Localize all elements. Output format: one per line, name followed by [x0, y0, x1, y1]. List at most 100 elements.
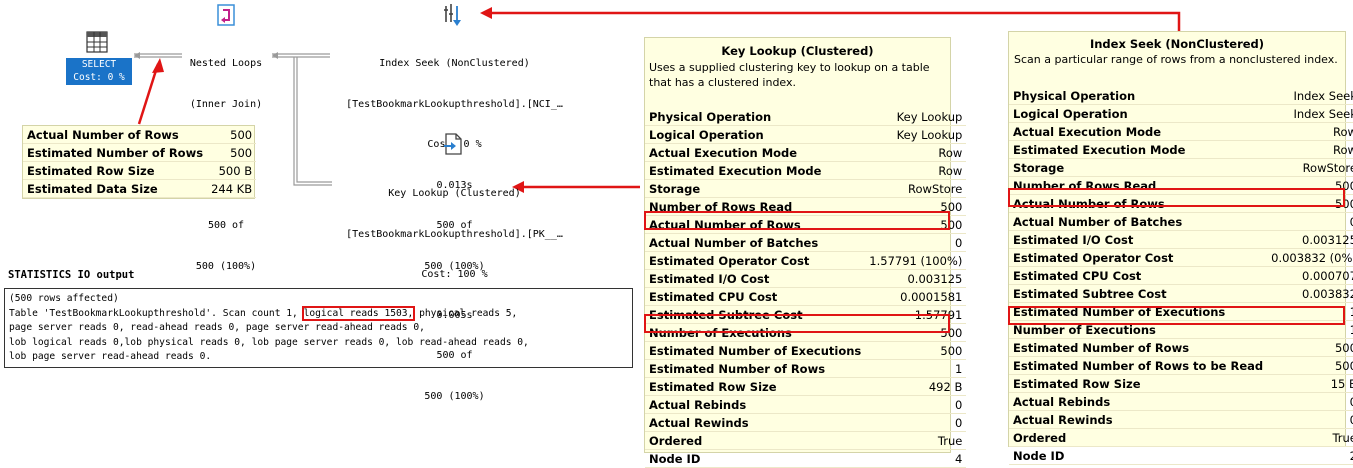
- op-line: [TestBookmarkLookupthreshold].[PK__…: [346, 228, 563, 240]
- property-value: 0.000707: [1267, 266, 1353, 285]
- property-value: 500: [1267, 338, 1353, 357]
- property-value: Row: [865, 143, 967, 162]
- property-value: 0: [865, 395, 967, 414]
- table-row: Estimated Number of Rows 1: [645, 359, 967, 378]
- table-row: Estimated CPU Cost 0.000707: [1009, 266, 1353, 285]
- property-value: 0.003125: [865, 269, 967, 288]
- property-name: Physical Operation: [645, 108, 866, 126]
- highlight-executions-keylookup: [644, 314, 950, 333]
- table-row: Logical Operation Index Seek: [1009, 104, 1353, 123]
- table-row: Actual Rebinds0: [1009, 392, 1353, 411]
- table-row: Actual Execution Mode Row: [645, 143, 967, 162]
- table-row: Estimated Execution Mode Row: [1009, 140, 1353, 159]
- property-name: Estimated I/O Cost: [1009, 230, 1268, 249]
- table-row: Estimated I/O Cost 0.003125: [645, 269, 967, 288]
- op-line: [TestBookmarkLookupthreshold].[NCI_…: [346, 98, 563, 110]
- property-name: Estimated Number of Rows to be Read: [1009, 356, 1268, 375]
- table-row: Estimated Operator Cost 1.57791 (100%): [645, 251, 967, 270]
- property-value: 2: [1267, 446, 1353, 465]
- table-row: Estimated Operator Cost 0.003832 (0%): [1009, 248, 1353, 267]
- op-line: (Inner Join): [189, 98, 263, 110]
- property-value: 1.57791 (100%): [865, 251, 967, 270]
- index-seek-properties-table: Physical Operation Index Seek Logical Oper…: [1009, 87, 1353, 465]
- stats-line: Table 'TestBookmarkLookupthreshold'. Sca…: [9, 305, 518, 321]
- property-value: 0.0001581: [865, 287, 967, 306]
- property-name: Estimated Row Size: [645, 377, 866, 396]
- property-value: 0.003832: [1267, 284, 1353, 303]
- logical-reads-highlight: logical reads 1503,: [301, 305, 416, 321]
- property-name: Estimated Execution Mode: [1009, 140, 1268, 159]
- select-label: SELECT: [81, 59, 117, 70]
- index-seek-tooltip: Index Seek (NonClustered) Scan a particu…: [1008, 31, 1353, 465]
- table-row: Actual Number of Batches0: [645, 233, 967, 252]
- select-operator[interactable]: SELECT Cost: 0 %: [66, 58, 132, 85]
- property-name: Estimated CPU Cost: [645, 287, 866, 306]
- table-row: Estimated CPU Cost 0.0001581: [645, 287, 967, 306]
- property-name: Estimated Execution Mode: [645, 161, 866, 180]
- property-value: Row: [1267, 140, 1353, 159]
- property-name: Actual Execution Mode: [645, 143, 866, 162]
- table-row: Actual Rewinds0: [645, 413, 967, 432]
- tooltip-title: Key Lookup (Clustered): [721, 44, 874, 58]
- property-name: Actual Number of Batches: [1009, 212, 1268, 231]
- property-value: 0: [865, 413, 967, 432]
- stats-line: (500 rows affected): [9, 293, 119, 304]
- index-seek-icon[interactable]: [442, 2, 464, 28]
- table-row: Estimated Number of Rows to be Read500: [1009, 356, 1353, 375]
- property-name: Node ID: [1009, 446, 1268, 465]
- stats-output-box: (500 rows affected) Table 'TestBookmarkLo…: [4, 288, 633, 368]
- connector-nested-keylookup: [293, 57, 332, 186]
- nested-loops-icon[interactable]: [215, 3, 237, 27]
- op-line: Index Seek (NonClustered): [379, 58, 530, 69]
- property-name: Logical Operation: [1009, 104, 1268, 123]
- select-cost: Cost: 0 %: [73, 72, 125, 83]
- property-name: Estimated Operator Cost: [645, 251, 866, 270]
- highlight-actual-rows-indexseek: [1008, 188, 1345, 207]
- table-row: Estimated Number of Rows500: [23, 143, 257, 162]
- property-value: True: [865, 431, 967, 450]
- table-row: Estimated I/O Cost 0.003125: [1009, 230, 1353, 249]
- property-name: Ordered: [645, 431, 866, 450]
- select-table-icon[interactable]: [86, 31, 108, 53]
- table-row: Estimated Execution Mode Row: [645, 161, 967, 180]
- property-name: Estimated Subtree Cost: [1009, 284, 1268, 303]
- property-value: 15 B: [1267, 374, 1353, 393]
- key-lookup-icon[interactable]: [442, 132, 464, 156]
- property-value: Index Seek: [1267, 104, 1353, 123]
- property-name: Estimated CPU Cost: [1009, 266, 1268, 285]
- property-value: Key Lookup: [865, 125, 967, 144]
- table-row: Logical Operation Key Lookup: [645, 125, 967, 144]
- table-row: Storage RowStore: [1009, 158, 1353, 177]
- property-value: RowStore: [865, 179, 967, 198]
- stats-line: page server reads 0, read-ahead reads 0,…: [9, 322, 425, 333]
- op-line: Nested Loops: [189, 58, 263, 69]
- property-name: Storage: [1009, 158, 1268, 177]
- tooltip-title: Index Seek (NonClustered): [1089, 37, 1265, 51]
- property-name: Storage: [645, 179, 866, 198]
- key-lookup-tooltip: Key Lookup (Clustered) Uses a supplied c…: [644, 37, 967, 468]
- stats-title: STATISTICS IO output: [8, 269, 135, 281]
- table-row: Actual Execution Mode Row: [1009, 122, 1353, 141]
- select-tooltip: Actual Number of Rows 500 Estimated Numbe…: [22, 125, 257, 199]
- property-value: 500: [865, 341, 967, 360]
- property-name: Actual Rebinds: [1009, 392, 1268, 411]
- property-value: 0: [1267, 392, 1353, 411]
- property-value: 0.003832 (0%): [1267, 248, 1353, 267]
- highlight-actual-rows-keylookup: [644, 211, 950, 230]
- table-row: Actual Number of Batches0: [1009, 212, 1353, 231]
- property-name: Actual Rebinds: [645, 395, 866, 414]
- property-name: Logical Operation: [645, 125, 866, 144]
- table-row: Estimated Data Size 244 KB: [23, 179, 257, 198]
- property-value: Key Lookup: [865, 108, 967, 126]
- property-name: Actual Number of Batches: [645, 233, 866, 252]
- select-properties-table: Actual Number of Rows 500 Estimated Numbe…: [23, 126, 257, 198]
- table-row: OrderedTrue: [645, 431, 967, 450]
- property-name: Estimated Row Size: [1009, 374, 1268, 393]
- property-value: 0: [1267, 410, 1353, 429]
- op-line: Cost: 100 %: [421, 269, 488, 280]
- tooltip-description: Scan a particular range of rows from a n…: [1014, 53, 1338, 66]
- table-row: Node ID2: [1009, 446, 1353, 465]
- property-value: 0: [1267, 212, 1353, 231]
- op-line: 500 (100%): [195, 260, 257, 272]
- key-lookup-properties-table: Physical Operation Key Lookup Logical Oper…: [645, 108, 967, 468]
